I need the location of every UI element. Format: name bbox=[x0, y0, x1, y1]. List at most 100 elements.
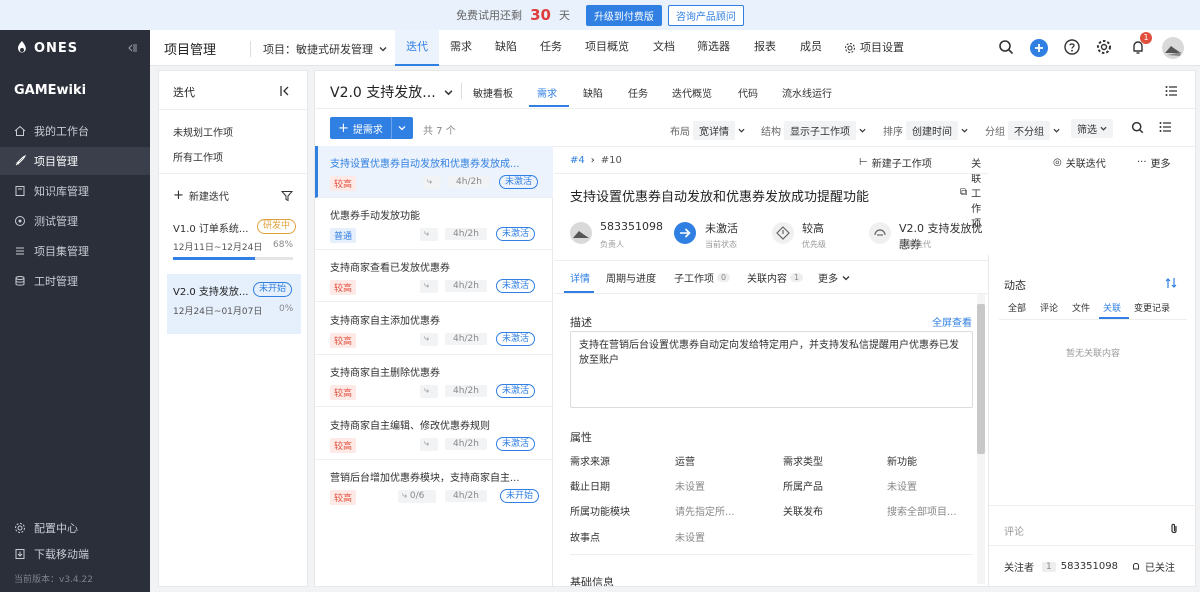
help-icon[interactable] bbox=[1064, 39, 1080, 55]
tab-defect[interactable]: 缺陷 bbox=[495, 30, 517, 66]
iteration-item-selected[interactable]: V2.0 支持发放... 未开始 12月24日~01月07日 0% bbox=[167, 274, 301, 334]
list-item[interactable]: 支持商家自主添加优惠券 较高 ⤷ 4h/2h 未激活 bbox=[315, 303, 553, 355]
status-badge[interactable]: 未激活 bbox=[499, 175, 539, 189]
detail-tab-more[interactable]: 更多 bbox=[818, 270, 850, 285]
sidebar-item-program[interactable]: 项目集管理 bbox=[0, 237, 150, 265]
assignee-value[interactable]: 583351098 bbox=[600, 220, 663, 233]
prop-value[interactable]: 搜索全部项目... bbox=[887, 503, 957, 518]
link-item-button[interactable]: ⧉ 关联工作项 bbox=[960, 155, 988, 230]
add-dropdown-toggle[interactable] bbox=[390, 117, 413, 139]
upgrade-button[interactable]: 升级到付费版 bbox=[585, 4, 662, 26]
user-avatar[interactable] bbox=[1162, 37, 1184, 59]
iteration-icon[interactable] bbox=[869, 222, 891, 244]
status-arrow-icon[interactable] bbox=[674, 222, 696, 244]
tab-defect[interactable]: 缺陷 bbox=[583, 85, 603, 100]
list-item[interactable]: 优惠券手动发放功能 普通 ⤷ 4h/2h 未激活 bbox=[315, 198, 553, 250]
prop-value[interactable]: 未设置 bbox=[675, 478, 705, 493]
activity-tab-file[interactable]: 文件 bbox=[1072, 301, 1090, 314]
unplanned-items-link[interactable]: 未规划工作项 bbox=[173, 124, 233, 139]
tab-project-settings[interactable]: 项目设置 bbox=[844, 30, 904, 66]
all-items-link[interactable]: 所有工作项 bbox=[173, 149, 223, 164]
detail-title[interactable]: 支持设置优惠券自动发放和优惠券发放成功提醒功能 bbox=[570, 186, 869, 205]
attachment-icon[interactable] bbox=[1169, 523, 1179, 535]
tab-filter[interactable]: 筛选器 bbox=[697, 30, 730, 66]
group-selector[interactable]: 分组 不分组 bbox=[985, 121, 1060, 140]
iteration-item[interactable]: V1.0 订单系统... 研发中 12月11日~12月24日 68% bbox=[167, 214, 301, 268]
list-item[interactable]: 营销后台增加优惠券模块，支持商家自主... 较高 ⤷ 0/6 4h/2h 未开始 bbox=[315, 460, 553, 512]
status-badge[interactable]: 未开始 bbox=[500, 489, 540, 503]
tab-code[interactable]: 代码 bbox=[738, 85, 758, 100]
iteration-title-selector[interactable]: V2.0 支持发放... bbox=[330, 82, 453, 102]
search-icon[interactable] bbox=[998, 39, 1014, 55]
comment-input[interactable]: 评论 bbox=[1004, 523, 1024, 538]
tab-requirement[interactable]: 需求 bbox=[537, 85, 557, 100]
assignee-avatar[interactable] bbox=[570, 222, 592, 244]
add-requirement-button[interactable]: + 提需求 bbox=[330, 117, 413, 139]
detail-scrollbar[interactable] bbox=[977, 294, 985, 584]
detail-tab-subitems[interactable]: 子工作项 0 bbox=[674, 270, 731, 285]
tab-project-overview[interactable]: 项目概览 bbox=[585, 30, 629, 66]
tab-kanban[interactable]: 敏捷看板 bbox=[473, 85, 513, 100]
link-iteration-button[interactable]: ◎ 关联迭代 bbox=[1053, 155, 1106, 170]
consult-button[interactable]: 咨询产品顾问 bbox=[667, 4, 744, 26]
settings-icon[interactable] bbox=[1096, 39, 1112, 55]
sort-selector[interactable]: 排序 创建时间 bbox=[883, 121, 968, 140]
activity-tab-all[interactable]: 全部 bbox=[1008, 301, 1026, 314]
priority-value[interactable]: 较高 bbox=[802, 220, 824, 236]
breadcrumb-parent[interactable]: #4 bbox=[570, 155, 585, 166]
workspace-name[interactable]: GAMEwiki bbox=[14, 83, 86, 98]
prop-value[interactable]: 新功能 bbox=[887, 453, 917, 468]
sidebar-item-config[interactable]: 配置中心 bbox=[0, 514, 150, 542]
search-icon[interactable] bbox=[1131, 121, 1144, 134]
status-value[interactable]: 未激活 bbox=[705, 220, 738, 236]
list-item[interactable]: 支持商家自主编辑、修改优惠券规则 较高 ⤷ 4h/2h 未激活 bbox=[315, 408, 553, 460]
prop-value[interactable]: 未设置 bbox=[675, 529, 705, 544]
list-item[interactable]: 支持商家自主删除优惠券 较高 ⤷ 4h/2h 未激活 bbox=[315, 355, 553, 407]
tab-iteration[interactable]: 迭代 bbox=[395, 30, 439, 66]
filter-button[interactable]: 筛选 bbox=[1071, 119, 1113, 138]
detail-tab-cycle[interactable]: 周期与进度 bbox=[606, 270, 656, 285]
prop-value[interactable]: 运营 bbox=[675, 453, 695, 468]
new-subitem-button[interactable]: ⊢ 新建子工作项 bbox=[859, 155, 932, 170]
layout-selector[interactable]: 布局 宽详情 bbox=[670, 121, 745, 140]
tab-task[interactable]: 任务 bbox=[628, 85, 648, 100]
tab-members[interactable]: 成员 bbox=[800, 30, 822, 66]
description-box[interactable]: 支持在营销后台设置优惠券自动定向发给特定用户，并支持发私信提醒用户优惠券已发放至… bbox=[570, 331, 973, 408]
sidebar-item-download[interactable]: 下载移动端 bbox=[0, 540, 150, 568]
tab-iteration-overview[interactable]: 迭代概览 bbox=[672, 85, 712, 100]
project-selector[interactable]: 项目：敏捷式研发管理 bbox=[250, 41, 387, 57]
list-item[interactable]: 支持商家查看已发放优惠券 较高 ⤷ 4h/2h 未激活 bbox=[315, 250, 553, 302]
view-options-icon[interactable] bbox=[1159, 121, 1172, 133]
status-badge[interactable]: 未激活 bbox=[496, 279, 536, 293]
add-icon[interactable] bbox=[1030, 39, 1048, 57]
activity-tab-changelog[interactable]: 变更记录 bbox=[1134, 301, 1170, 314]
list-item[interactable]: 支持设置优惠券自动发放和优惠券发放成... 较高 ⤷ 4h/2h 未激活 bbox=[315, 146, 553, 198]
filter-icon[interactable] bbox=[281, 190, 293, 202]
more-button[interactable]: ··· 更多 bbox=[1137, 155, 1171, 170]
fullscreen-link[interactable]: 全屏查看 bbox=[932, 314, 972, 329]
sidebar-item-project[interactable]: 项目管理 bbox=[0, 147, 150, 175]
detail-tab-related[interactable]: 关联内容 1 bbox=[747, 270, 804, 285]
sidebar-item-worktime[interactable]: 工时管理 bbox=[0, 267, 150, 295]
status-badge[interactable]: 未激活 bbox=[496, 384, 536, 398]
tab-requirement[interactable]: 需求 bbox=[450, 30, 472, 66]
status-badge[interactable]: 未激活 bbox=[496, 332, 536, 346]
priority-icon[interactable] bbox=[772, 222, 794, 244]
watched-button[interactable]: 已关注 bbox=[1131, 559, 1175, 574]
status-badge[interactable]: 未激活 bbox=[496, 227, 536, 241]
sidebar-item-testcase[interactable]: 测试管理 bbox=[0, 207, 150, 235]
activity-tab-related[interactable]: 关联 bbox=[1103, 301, 1121, 314]
new-iteration-button[interactable]: + 新建迭代 bbox=[173, 188, 229, 203]
sidebar-item-workbench[interactable]: 我的工作台 bbox=[0, 117, 150, 145]
tab-task[interactable]: 任务 bbox=[540, 30, 562, 66]
collapse-sidebar-icon[interactable] bbox=[126, 42, 138, 54]
tab-report[interactable]: 报表 bbox=[754, 30, 776, 66]
status-badge[interactable]: 未激活 bbox=[496, 437, 536, 451]
activity-tab-comment[interactable]: 评论 bbox=[1040, 301, 1058, 314]
tab-pipeline[interactable]: 流水线运行 bbox=[782, 85, 832, 100]
ones-logo[interactable]: ONES bbox=[14, 40, 78, 56]
prop-value[interactable]: 请先指定所... bbox=[675, 503, 735, 518]
sort-toggle-icon[interactable] bbox=[1165, 277, 1177, 289]
prop-value[interactable]: 未设置 bbox=[887, 478, 917, 493]
tab-document[interactable]: 文档 bbox=[653, 30, 675, 66]
